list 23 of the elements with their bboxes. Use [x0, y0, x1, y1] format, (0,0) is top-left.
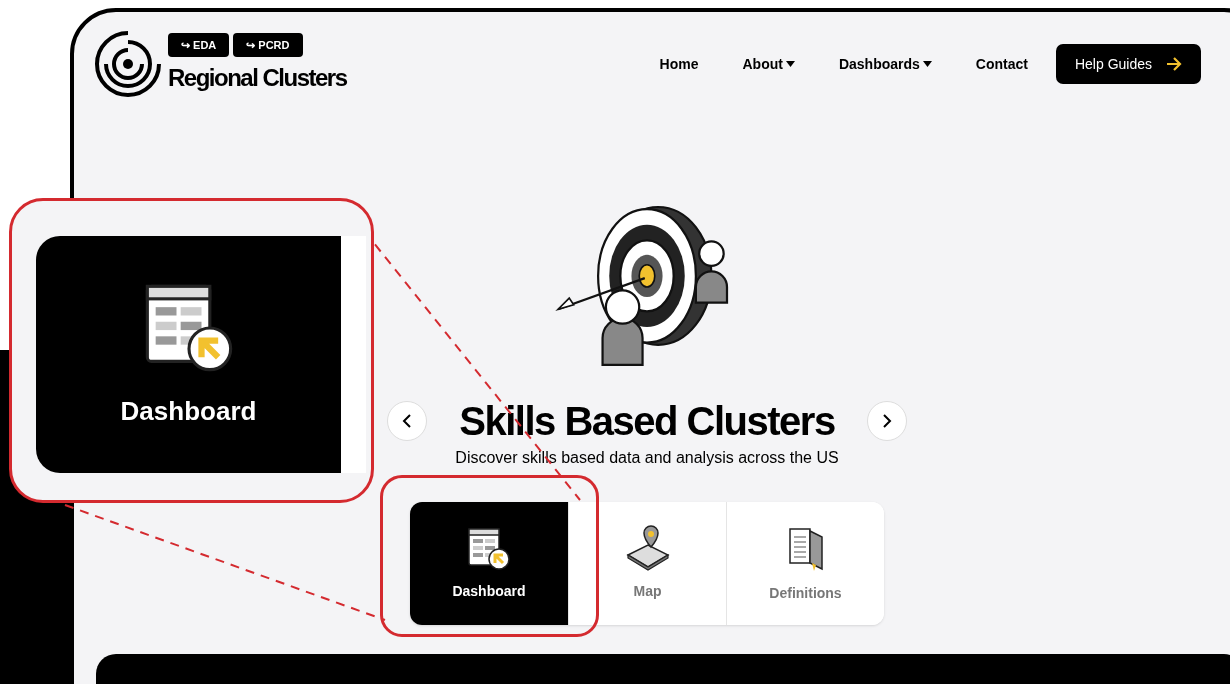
help-guides-button[interactable]: Help Guides	[1055, 44, 1201, 84]
category-tile[interactable]: Map	[568, 502, 726, 625]
chevron-right-icon	[881, 414, 892, 428]
nav-link[interactable]: About	[742, 53, 795, 75]
caret-icon	[785, 61, 795, 67]
nav-link[interactable]: Dashboards	[838, 53, 932, 75]
chevron-left-icon	[402, 414, 413, 428]
site-title: Regional Clusters	[168, 63, 347, 94]
badge-link[interactable]: ↪ EDA	[168, 32, 230, 58]
callout-label: Dashboard	[120, 395, 257, 428]
arrow-right-icon	[1166, 57, 1182, 71]
category-tile[interactable]: Definitions	[726, 502, 884, 625]
hero-title: Skills Based Clusters	[459, 398, 835, 444]
previous-button[interactable]	[387, 401, 428, 441]
nav-link[interactable]: Contact	[975, 53, 1028, 75]
caret-icon	[922, 61, 932, 67]
badge-link[interactable]: ↪ PCRD	[233, 32, 303, 58]
category-tile[interactable]: Dashboard	[410, 502, 568, 625]
nav-link[interactable]: Home	[659, 53, 699, 75]
next-button[interactable]	[866, 401, 907, 441]
dashboard-icon	[465, 525, 513, 573]
concentric-rings-logo-icon	[94, 30, 162, 98]
hero-subtitle: Discover skills based data and analysis across the US	[455, 448, 839, 468]
